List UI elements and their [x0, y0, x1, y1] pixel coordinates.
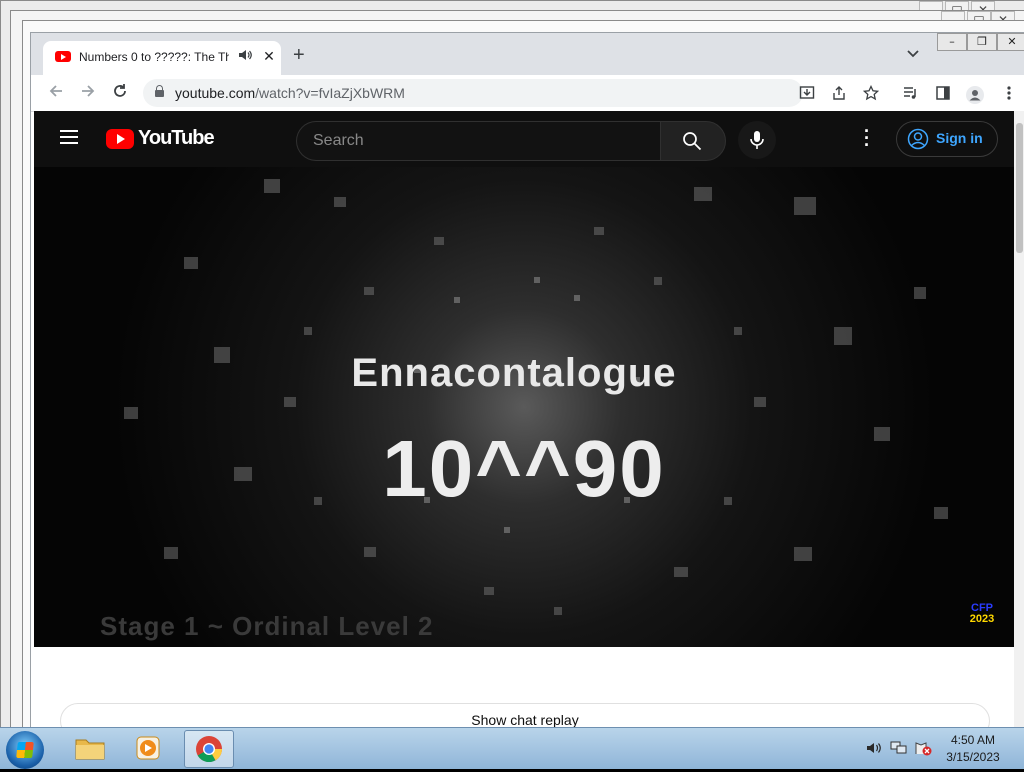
browser-window: Numbers 0 to ?????: The Thi ✕ + – ❐ ✕ yo…	[30, 32, 1024, 729]
tab-search-icon[interactable]	[907, 47, 919, 61]
network-icon[interactable]	[890, 740, 908, 759]
scrollbar-thumb[interactable]	[1016, 123, 1023, 253]
tab-youtube[interactable]: Numbers 0 to ?????: The Thi ✕	[43, 41, 281, 75]
show-chat-replay-button[interactable]: Show chat replay	[60, 703, 990, 728]
start-button[interactable]	[6, 731, 44, 769]
menu-icon[interactable]	[999, 85, 1019, 105]
url-path: /watch?v=fvIaZjXbWRM	[255, 85, 405, 101]
back-icon[interactable]	[46, 83, 66, 104]
media-icon[interactable]	[901, 85, 921, 105]
page-scrollbar[interactable]	[1014, 111, 1024, 728]
browser-toolbar: youtube.com/watch?v=fvIaZjXbWRM	[31, 75, 1024, 112]
search-button[interactable]	[660, 121, 726, 161]
address-bar[interactable]: youtube.com/watch?v=fvIaZjXbWRM	[143, 79, 803, 107]
file-explorer-icon[interactable]	[66, 730, 114, 766]
lock-icon[interactable]	[155, 85, 164, 97]
video-player[interactable]: Ennacontalogue 10^^90 Stage 1 ~ Ordinal …	[34, 167, 1014, 647]
tab-strip: Numbers 0 to ?????: The Thi ✕ + – ❐ ✕	[31, 33, 1024, 75]
speaker-icon[interactable]	[239, 49, 252, 64]
action-center-icon[interactable]	[914, 740, 932, 759]
url-host: youtube.com	[175, 85, 256, 101]
taskbar: 4:50 AM 3/15/2023	[0, 727, 1024, 769]
search-icon	[683, 132, 702, 151]
voice-search-button[interactable]	[738, 121, 776, 159]
microphone-icon	[750, 131, 764, 149]
chat-button-label: Show chat replay	[471, 712, 579, 728]
close-icon[interactable]: ✕	[997, 33, 1024, 51]
video-number-text: 10^^90	[382, 424, 666, 513]
settings-menu-icon[interactable]: · · ·	[862, 122, 872, 154]
tab-close-icon[interactable]: ✕	[261, 48, 277, 65]
youtube-header: YouTube Search · · · Sign in	[34, 111, 1014, 167]
video-subtitle-text: Stage 1 ~ Ordinal Level 2	[100, 611, 434, 641]
sign-in-button[interactable]: Sign in	[896, 121, 998, 157]
star-icon[interactable]	[861, 84, 881, 105]
search-placeholder: Search	[313, 132, 364, 149]
url-text: youtube.com/watch?v=fvIaZjXbWRM	[175, 85, 405, 101]
watermark-bottom: 2023	[969, 613, 995, 625]
sign-in-label: Sign in	[936, 130, 983, 146]
tab-title: Numbers 0 to ?????: The Thi	[79, 50, 229, 64]
volume-icon[interactable]	[866, 740, 882, 759]
youtube-favicon-icon	[55, 51, 71, 62]
video-title-text: Ennacontalogue	[351, 351, 677, 395]
video-watermark: CFP 2023	[964, 603, 1000, 625]
minimize-icon[interactable]: –	[937, 33, 967, 51]
youtube-logo-text[interactable]: YouTube	[138, 127, 215, 150]
system-clock[interactable]: 4:50 AM 3/15/2023	[940, 732, 1006, 766]
search-input[interactable]: Search	[296, 121, 661, 161]
reload-icon[interactable]	[110, 83, 130, 104]
chrome-taskbar-icon[interactable]	[184, 730, 234, 768]
clock-time: 4:50 AM	[950, 733, 996, 747]
hamburger-menu-icon[interactable]	[60, 130, 78, 144]
forward-icon[interactable]	[78, 83, 98, 104]
install-icon[interactable]	[797, 85, 817, 105]
clock-date: 3/15/2023	[946, 750, 1000, 764]
particle-background	[124, 179, 948, 615]
share-icon[interactable]	[829, 85, 849, 105]
youtube-page: YouTube Search · · · Sign in Ennacontalo…	[34, 111, 1014, 728]
sidepanel-icon[interactable]	[933, 85, 953, 105]
youtube-logo-icon[interactable]	[106, 129, 134, 149]
account-icon	[907, 128, 929, 150]
restore-icon[interactable]: ❐	[967, 33, 997, 51]
profile-icon[interactable]	[965, 85, 985, 109]
media-player-icon[interactable]	[124, 730, 172, 766]
new-tab-button[interactable]: +	[293, 45, 305, 65]
